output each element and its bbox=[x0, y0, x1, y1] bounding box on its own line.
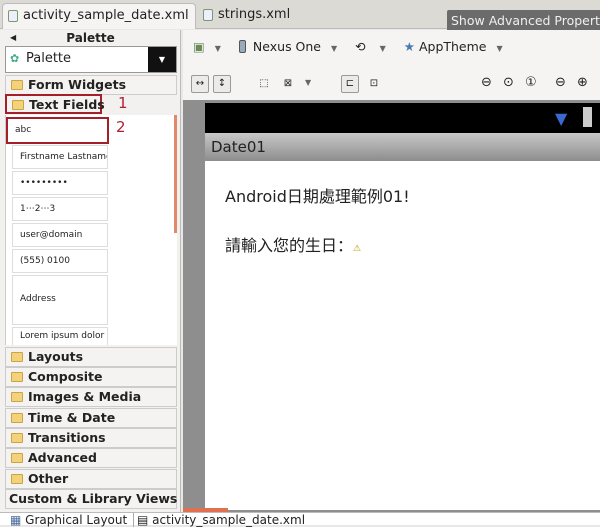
palette-item-password[interactable]: ••••••••• bbox=[12, 171, 108, 195]
star-icon: ★ bbox=[403, 39, 415, 54]
palette-item-multiline[interactable]: Lorem ipsum dolor sit bbox=[12, 327, 108, 345]
category-label: Form Widgets bbox=[28, 77, 127, 92]
category-layouts[interactable]: Layouts bbox=[5, 347, 177, 367]
action-bar-title: Date01 bbox=[205, 133, 600, 161]
design-canvas: ▼ Date01 Android日期處理範例01! 請輸入您的生日：⚠ bbox=[183, 100, 600, 512]
category-label: Other bbox=[28, 471, 69, 486]
zoom-fit-icon[interactable]: ⊖ bbox=[481, 75, 492, 90]
folder-icon bbox=[11, 392, 23, 402]
device-selector[interactable]: Nexus One bbox=[253, 39, 321, 54]
zoom-100-icon[interactable]: ① bbox=[525, 75, 537, 90]
fill-height-icon[interactable]: ↕ bbox=[213, 75, 231, 93]
baseline-icon[interactable]: ⊏ bbox=[341, 75, 359, 93]
folder-icon bbox=[11, 413, 23, 423]
tab-label: strings.xml bbox=[218, 7, 291, 22]
tab-label: activity_sample_date.xml bbox=[23, 8, 189, 23]
chevron-down-icon[interactable]: ▼ bbox=[380, 44, 386, 53]
palette-dropdown[interactable]: ✿ Palette ▼ bbox=[5, 46, 177, 73]
palette-item-plain-text[interactable]: abc bbox=[6, 117, 109, 144]
palette-item-phone[interactable]: (555) 0100 bbox=[12, 249, 108, 273]
text-view-heading[interactable]: Android日期處理範例01! bbox=[225, 183, 410, 207]
device-screen: ▼ Date01 Android日期處理範例01! 請輸入您的生日：⚠ bbox=[205, 103, 600, 510]
gravity-icon[interactable]: ⊠ bbox=[279, 75, 297, 93]
theme-selector[interactable]: AppTheme bbox=[419, 39, 487, 54]
category-transitions[interactable]: Transitions bbox=[5, 428, 177, 448]
folder-icon bbox=[11, 453, 23, 463]
chevron-down-icon[interactable]: ▼ bbox=[496, 44, 502, 53]
scrollbar[interactable] bbox=[174, 115, 177, 233]
palette-item-email[interactable]: user@domain bbox=[12, 223, 108, 247]
category-label: Transitions bbox=[28, 430, 106, 445]
xml-file-icon bbox=[203, 9, 213, 21]
palette-panel: ◀ Palette ✿ Palette ▼ Form Widgets Text … bbox=[0, 30, 181, 512]
category-other[interactable]: Other bbox=[5, 469, 177, 489]
chevron-down-icon[interactable]: ▼ bbox=[305, 78, 311, 87]
dropdown-value: Palette bbox=[26, 51, 72, 66]
xml-file-icon bbox=[8, 10, 18, 22]
folder-icon bbox=[11, 80, 23, 90]
folder-icon bbox=[11, 372, 23, 382]
category-label: Time & Date bbox=[28, 410, 116, 425]
text-fields-list: abc Firstname Lastname ••••••••• 1⋯2⋯3 u… bbox=[5, 115, 177, 345]
palette-title: Palette bbox=[66, 31, 115, 45]
folder-open-icon bbox=[12, 100, 24, 110]
category-label: Text Fields bbox=[29, 97, 105, 112]
category-label: Layouts bbox=[28, 349, 84, 364]
chevron-down-icon[interactable]: ▼ bbox=[331, 44, 337, 53]
chevron-down-icon[interactable]: ▼ bbox=[215, 44, 221, 53]
signal-icon: ▼ bbox=[555, 109, 568, 128]
category-time-date[interactable]: Time & Date bbox=[5, 408, 177, 428]
warning-icon: ⚠ bbox=[353, 244, 362, 254]
category-advanced[interactable]: Advanced bbox=[5, 448, 177, 468]
category-custom-library-views[interactable]: Custom & Library Views bbox=[5, 489, 177, 509]
palette-item-postal-address[interactable]: Address bbox=[12, 275, 108, 325]
palette-header: ◀ Palette bbox=[0, 30, 181, 46]
annotation-2: 2 bbox=[116, 118, 126, 136]
bottom-tab-bar: ▦ Graphical Layout ▤ activity_sample_dat… bbox=[0, 512, 600, 527]
config-toolbar: ▣ ▼ Nexus One ▼ ⟲ ▼ ★ AppTheme ▼ bbox=[193, 39, 503, 54]
prompt-text: 請輸入您的生日： bbox=[225, 236, 354, 255]
status-bar: ▼ bbox=[205, 103, 600, 133]
collapse-icon[interactable]: ◀ bbox=[10, 30, 16, 46]
folder-icon bbox=[11, 352, 23, 362]
tab-activity-sample-date[interactable]: activity_sample_date.xml ✕ bbox=[2, 3, 196, 46]
annotation-1: 1 bbox=[118, 94, 128, 112]
folder-icon bbox=[11, 474, 23, 484]
category-text-fields[interactable]: Text Fields bbox=[5, 94, 105, 114]
chevron-down-icon[interactable]: ▼ bbox=[148, 47, 176, 72]
margins-icon[interactable]: ⬚ bbox=[255, 75, 273, 93]
center-icon[interactable]: ⊡ bbox=[365, 75, 383, 93]
text-view-birthday-prompt[interactable]: 請輸入您的生日：⚠ bbox=[225, 232, 361, 256]
category-label: Advanced bbox=[28, 450, 97, 465]
zoom-out-icon[interactable]: ⊖ bbox=[555, 75, 566, 90]
zoom-in-icon[interactable]: ⊕ bbox=[577, 75, 588, 90]
rotate-icon[interactable]: ⟲ bbox=[355, 39, 365, 54]
palette-item-person-name[interactable]: Firstname Lastname bbox=[12, 145, 108, 169]
zoom-real-icon[interactable]: ⊙ bbox=[503, 75, 514, 90]
layout-file-icon[interactable]: ▣ bbox=[193, 39, 205, 54]
layout-editor: ▣ ▼ Nexus One ▼ ⟲ ▼ ★ AppTheme ▼ ↔ ↕ ⬚ ⊠… bbox=[183, 30, 600, 512]
fill-width-icon[interactable]: ↔ bbox=[191, 75, 209, 93]
palette-item-number[interactable]: 1⋯2⋯3 bbox=[12, 197, 108, 221]
palette-icon: ✿ bbox=[10, 52, 20, 65]
category-label: Images & Media bbox=[28, 389, 142, 404]
category-label: Custom & Library Views bbox=[9, 491, 178, 506]
folder-icon bbox=[11, 433, 23, 443]
category-label: Composite bbox=[28, 369, 103, 384]
category-composite[interactable]: Composite bbox=[5, 367, 177, 387]
tab-strings[interactable]: strings.xml bbox=[198, 3, 308, 29]
canvas-toolbar: ↔ ↕ ⬚ ⊠ ▼ ⊏ ⊡ ⊖ ⊙ ① ⊖ ⊕ bbox=[191, 75, 600, 97]
tooltip: Show Advanced Properties bbox=[447, 10, 600, 32]
category-form-widgets[interactable]: Form Widgets bbox=[5, 75, 177, 95]
category-images-media[interactable]: Images & Media bbox=[5, 387, 177, 407]
battery-icon bbox=[583, 107, 592, 127]
phone-icon[interactable] bbox=[238, 40, 246, 53]
